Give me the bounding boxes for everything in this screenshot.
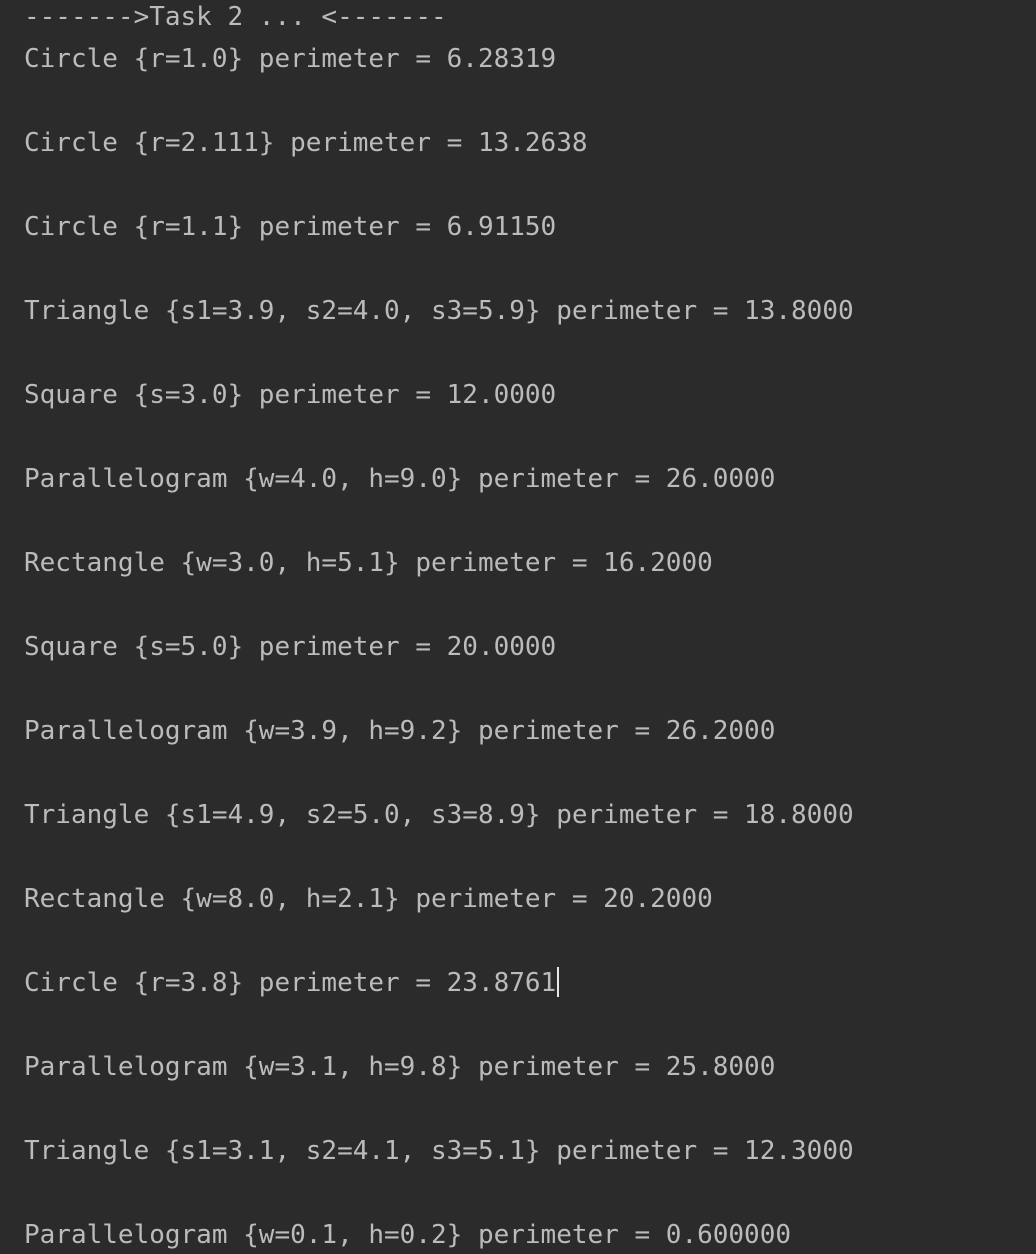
console-line: Circle {r=1.0} perimeter = 6.28319 [24,44,557,74]
console-line: Parallelogram {w=0.1, h=0.2} perimeter =… [24,1220,792,1250]
console-line: Triangle {s1=4.9, s2=5.0, s3=8.9} perime… [24,800,854,830]
console-output[interactable]: ------->Task 2 ... <------- Circle {r=1.… [0,0,1036,1254]
console-line: Parallelogram {w=3.9, h=9.2} perimeter =… [24,716,776,746]
text-caret [557,966,560,997]
console-line: Parallelogram {w=3.1, h=9.8} perimeter =… [24,1052,776,1082]
console-line: Rectangle {w=8.0, h=2.1} perimeter = 20.… [24,884,713,914]
console-line: Rectangle {w=3.0, h=5.1} perimeter = 16.… [24,548,713,578]
console-line: Square {s=3.0} perimeter = 12.0000 [24,380,557,410]
console-header: ------->Task 2 ... <------- [24,2,447,32]
console-line-text: Circle {r=3.8} perimeter = 23.8761 [24,968,557,998]
console-line: Triangle {s1=3.1, s2=4.1, s3=5.1} perime… [24,1136,854,1166]
console-line: Triangle {s1=3.9, s2=4.0, s3=5.9} perime… [24,296,854,326]
console-line: Circle {r=2.111} perimeter = 13.2638 [24,128,588,158]
console-line: Parallelogram {w=4.0, h=9.0} perimeter =… [24,464,776,494]
console-line: Square {s=5.0} perimeter = 20.0000 [24,632,557,662]
console-line: Circle {r=1.1} perimeter = 6.91150 [24,212,557,242]
console-line-with-caret: Circle {r=3.8} perimeter = 23.8761 [24,966,560,1000]
